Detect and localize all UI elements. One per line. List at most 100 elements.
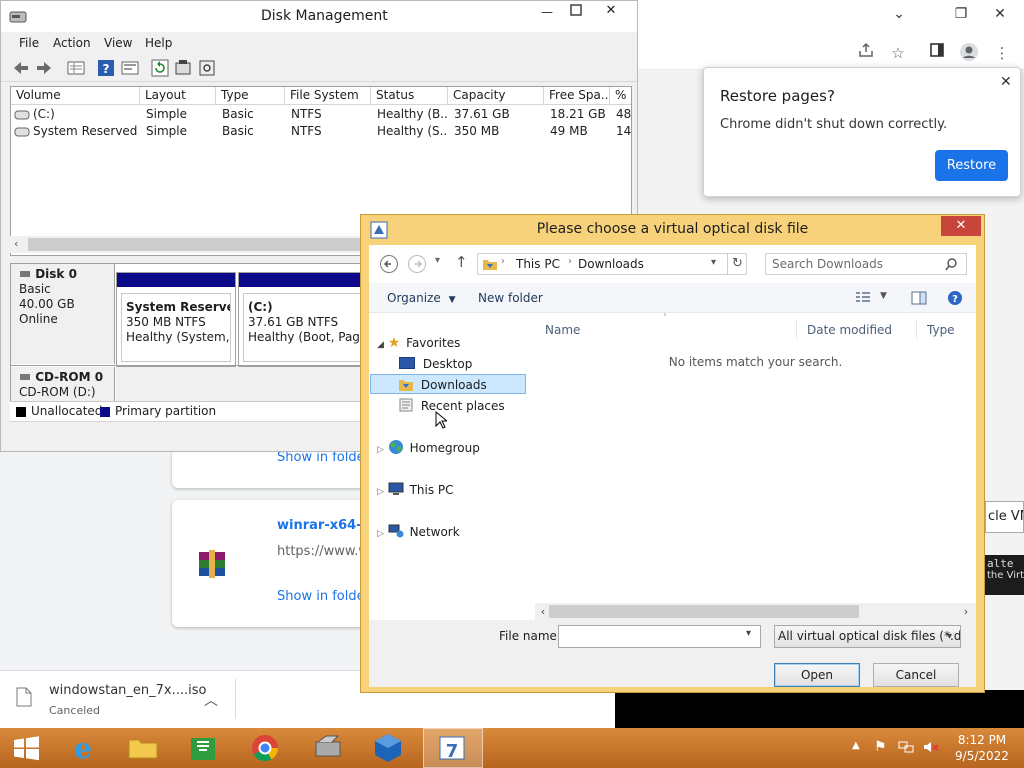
tree-homegroup[interactable]: ▷ Homegroup <box>377 438 480 458</box>
show-hidden-icons-icon[interactable]: ▲ <box>852 740 860 751</box>
windows-start-icon[interactable] <box>0 728 56 768</box>
tree-network-label: Network <box>409 525 460 539</box>
refresh-icon[interactable]: ↻ <box>727 254 747 274</box>
search-input[interactable]: Search Downloads <box>765 253 967 275</box>
file-explorer-icon[interactable] <box>115 728 171 768</box>
rescan-icon[interactable] <box>174 59 192 77</box>
internet-explorer-icon[interactable]: e <box>55 728 111 768</box>
preview-pane-icon[interactable] <box>911 290 927 306</box>
menu-help[interactable]: Help <box>145 36 172 50</box>
menu-view[interactable]: View <box>104 36 132 50</box>
file-name-input[interactable]: ▾ <box>558 625 761 648</box>
tree-desktop[interactable]: Desktop <box>399 354 472 374</box>
clock-time[interactable]: 8:12 PM <box>952 733 1012 747</box>
close-icon[interactable]: ✕ <box>1000 74 1012 90</box>
show-in-folder-link[interactable]: Show in folder <box>277 589 370 604</box>
refresh-icon[interactable] <box>151 59 169 77</box>
menu-file[interactable]: File <box>19 36 39 50</box>
file-type-filter-select[interactable]: All virtual optical disk files (*.dr ▾ <box>774 625 961 648</box>
menu-icon[interactable]: ⋮ <box>991 42 1013 64</box>
chevron-down-icon[interactable]: ▾ <box>711 257 716 268</box>
column-header-file-system[interactable]: File System <box>285 87 371 105</box>
horizontal-scrollbar[interactable]: ‹ › <box>535 603 976 620</box>
maximize-button[interactable] <box>570 4 584 18</box>
share-icon[interactable] <box>855 42 877 64</box>
organize-button[interactable]: Organize ▼ <box>387 291 456 305</box>
tree-this-pc[interactable]: ▷ This PC <box>377 480 454 500</box>
star-icon[interactable]: ☆ <box>887 42 909 64</box>
desktop-icon <box>399 357 415 369</box>
chevron-down-icon[interactable]: ▾ <box>947 626 952 647</box>
open-button[interactable]: Open <box>774 663 860 687</box>
cdrom-label[interactable]: CD-ROM 0 CD-ROM (D:) <box>11 367 115 402</box>
back-icon[interactable] <box>379 254 399 274</box>
chevron-down-icon[interactable]: ▾ <box>746 628 751 639</box>
chrome-minimize-button[interactable]: ⌄ <box>881 2 917 28</box>
up-arrow-icon[interactable]: ↑ <box>455 253 468 271</box>
tool-icon[interactable] <box>300 728 356 768</box>
search-icon[interactable] <box>944 257 958 271</box>
forward-icon[interactable] <box>407 254 427 274</box>
properties-icon[interactable] <box>121 59 139 77</box>
address-bar[interactable]: › This PC › Downloads ▾ ↻ <box>477 253 747 275</box>
column-header-status[interactable]: Status <box>371 87 448 105</box>
chevron-down-icon[interactable]: ▼ <box>880 291 887 301</box>
tree-favorites[interactable]: ◢ ★ Favorites <box>377 333 460 353</box>
back-arrow-icon[interactable] <box>12 59 30 77</box>
expand-arrow-icon[interactable]: ▷ <box>377 445 384 455</box>
scroll-right-icon[interactable]: › <box>958 603 974 620</box>
expand-arrow-icon[interactable]: ▷ <box>377 487 384 497</box>
network-status-icon[interactable] <box>898 739 914 755</box>
scrollbar-thumb[interactable] <box>28 238 368 251</box>
chrome-close-button[interactable]: ✕ <box>982 2 1018 28</box>
column-header-percent-free[interactable]: % F <box>610 87 631 105</box>
chevron-up-icon[interactable]: ︿ <box>204 690 218 710</box>
cancel-button[interactable]: Cancel <box>873 663 959 687</box>
scroll-left-icon[interactable]: ‹ <box>14 237 18 250</box>
minimize-button[interactable]: — <box>541 5 557 19</box>
disk0-label[interactable]: Disk 0 Basic 40.00 GB Online <box>11 264 115 364</box>
chrome-restore-button[interactable]: ❐ <box>943 2 979 28</box>
help-icon[interactable]: ? <box>947 290 963 306</box>
partition-system-reserved[interactable]: System Reserved 350 MB NTFS Healthy (Sys… <box>116 272 236 367</box>
column-header-volume[interactable]: Volume <box>11 87 140 105</box>
cell-layout: Simple <box>146 124 187 138</box>
menu-action[interactable]: Action <box>53 36 91 50</box>
tree-downloads[interactable]: Downloads <box>370 374 526 394</box>
tree-recent-places[interactable]: Recent places <box>399 396 505 416</box>
scrollbar-thumb[interactable] <box>549 605 859 618</box>
volume-muted-icon[interactable] <box>922 738 940 756</box>
flag-icon[interactable]: ⚑ <box>874 739 887 755</box>
column-header-layout[interactable]: Layout <box>140 87 216 105</box>
breadcrumb-downloads[interactable]: Downloads <box>578 257 644 271</box>
restore-button[interactable]: Restore <box>935 150 1008 181</box>
clock-date[interactable]: 9/5/2022 <box>952 749 1012 763</box>
show-in-folder-link[interactable]: Show in folder <box>277 450 370 465</box>
breadcrumb-this-pc[interactable]: This PC <box>516 257 560 271</box>
dialog-close-button[interactable]: ✕ <box>941 216 981 236</box>
chrome-icon[interactable] <box>237 728 293 768</box>
column-header-capacity[interactable]: Capacity <box>448 87 544 105</box>
column-header-type[interactable]: Type <box>216 87 285 105</box>
help-icon[interactable]: ? <box>97 59 115 77</box>
sidebar-icon[interactable] <box>926 42 948 64</box>
profile-icon[interactable] <box>958 42 980 64</box>
windows7-vm-icon[interactable]: 7 <box>423 728 483 768</box>
store-icon[interactable] <box>175 728 231 768</box>
shelf-filename[interactable]: windowstan_en_7x....iso <box>49 683 206 698</box>
column-header-name[interactable]: Name <box>535 321 797 339</box>
forward-arrow-icon[interactable] <box>35 59 53 77</box>
tree-network[interactable]: ▷ Network <box>377 522 460 542</box>
column-header-free-space[interactable]: Free Spa... <box>544 87 610 105</box>
recent-locations-chevron-icon[interactable]: ▾ <box>435 255 440 266</box>
list-view-icon[interactable] <box>67 59 85 77</box>
new-folder-button[interactable]: New folder <box>478 291 543 305</box>
settings-icon[interactable] <box>198 59 216 77</box>
close-button[interactable]: ✕ <box>591 1 631 21</box>
expand-arrow-icon[interactable]: ◢ <box>377 340 384 350</box>
virtualbox-icon[interactable] <box>360 728 416 768</box>
column-header-date-modified[interactable]: Date modified <box>797 321 917 339</box>
view-options-icon[interactable] <box>855 291 871 305</box>
expand-arrow-icon[interactable]: ▷ <box>377 529 384 539</box>
column-header-type[interactable]: Type <box>917 321 976 339</box>
